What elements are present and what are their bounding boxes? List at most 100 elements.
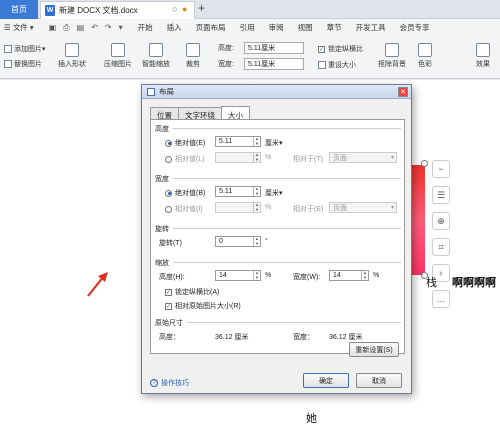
compress-picture-button[interactable]: 压缩图片 [104,43,132,69]
color-button[interactable]: 色彩 [418,43,432,69]
effect-button[interactable]: 效果 [476,43,490,69]
lock-ratio-checkbox[interactable]: ✓ 锁定纵横比 [318,44,363,54]
rotate-label: 旋转(T) [159,240,182,247]
spin-arrows-icon[interactable]: ▲ ▼ [253,136,260,146]
absolute-height-input[interactable]: 5.11 ▲ ▼ [215,136,261,147]
menu-member[interactable]: 会员专享 [393,22,437,33]
doc-fragment-text: 栈 [426,277,437,289]
scale-height-input[interactable]: 14 ▲ ▼ [215,270,261,281]
tab-home[interactable]: 首页 [0,0,38,19]
redo-icon[interactable]: ↷ [105,23,112,33]
print-icon[interactable]: ⎙ [63,23,69,33]
remove-bg-icon [385,43,399,57]
zoom-in-icon[interactable]: ⊕ [432,212,450,230]
height-input[interactable]: 5.11厘米 [244,42,304,54]
relative-to-select-height[interactable]: 页面 ▾ [329,152,397,163]
crop-icon[interactable]: ⌗ [432,238,450,256]
relative-to-label: 相对于(E) [293,206,324,213]
ribbon: ☰ 文件 ▾ ▣ ⎙ ▤ ↶ ↷ ▾ 开始 插入 页面布局 引用 审阅 视图 章… [0,19,500,79]
width-input[interactable]: 5.11厘米 [244,58,304,70]
spin-arrows-icon[interactable]: ▲ ▼ [253,152,260,162]
orig-height-value: 36.12 厘米 [215,334,249,341]
layout-dialog: 布局 ✕ 位置 文字环绕 大小 高度 绝对值(E) 5.11 ▲ ▼ 厘米 ▾ 相对值… [141,84,412,394]
menu-section[interactable]: 章节 [320,22,349,33]
resize-handle-top[interactable] [421,160,428,167]
menu-insert[interactable]: 插入 [160,22,189,33]
menu-view[interactable]: 视图 [291,22,320,33]
preview-icon[interactable]: ▤ [77,23,85,33]
add-picture-icon [4,45,12,53]
divider [173,262,401,263]
dialog-app-icon [147,87,155,96]
image-side-toolbar: − ☰ ⊕ ⌗ ♁ … [432,160,454,316]
percent-label: % [373,272,380,279]
crop-icon [186,43,200,57]
operation-tips-link[interactable]: ? 操作技巧 [150,378,189,388]
spin-arrows-icon[interactable]: ▲ ▼ [253,236,260,246]
height-label: 高度: [218,45,234,52]
divider [187,322,401,323]
undo-icon[interactable]: ↶ [91,23,98,33]
menu-bar: ☰ 文件 ▾ ▣ ⎙ ▤ ↶ ↷ ▾ 开始 插入 页面布局 引用 审阅 视图 章… [0,19,500,36]
menu-reference[interactable]: 引用 [233,22,262,33]
doc-bottom-text: 她 [306,413,317,425]
new-tab-button[interactable]: + [198,1,205,15]
menu-developer[interactable]: 开发工具 [349,22,393,33]
absolute-width-input[interactable]: 5.11 ▲ ▼ [215,186,261,197]
crop-button[interactable]: 裁剪 [186,43,200,69]
relative-width-radio[interactable]: 相对值(I) [165,204,203,214]
reset-size-icon [318,61,326,69]
menu-page-layout[interactable]: 页面布局 [189,22,233,33]
dialog-close-button[interactable]: ✕ [398,87,408,97]
rotate-section-title: 旋转 [155,226,169,233]
orig-width-value: 36.12 厘米 [329,334,363,341]
ok-button[interactable]: 确定 [303,373,349,388]
relative-width-input[interactable]: ▲ ▼ [215,202,261,213]
doc-body-text: 啊啊啊啊 [452,277,496,289]
relative-to-label: 相对于(T) [293,156,323,163]
width-label: 宽度: [218,61,234,68]
cancel-button[interactable]: 取消 [356,373,402,388]
absolute-width-radio[interactable]: 绝对值(B) [165,188,205,198]
scale-width-input[interactable]: 14 ▲ ▼ [329,270,369,281]
divider [173,128,401,129]
shape-icon [65,43,79,57]
reset-size-button[interactable]: 重设大小 [318,60,356,70]
spin-arrows-icon[interactable]: ▲ ▼ [361,270,368,280]
save-icon[interactable]: ▣ [49,23,57,33]
relative-height-radio[interactable]: 相对值(L) [165,154,205,164]
radio-selected-icon [165,189,172,197]
add-picture-button[interactable]: 添加图片 ▾ [4,44,46,54]
remove-background-button[interactable]: 抠除背景 [378,43,406,69]
dialog-title-bar[interactable]: 布局 [142,85,411,99]
pin-icon[interactable]: ○ [172,4,177,14]
menu-review[interactable]: 审阅 [262,22,291,33]
menu-file[interactable]: ☰ 文件 ▾ [0,22,41,33]
insert-shape-button[interactable]: 插入形状 [58,43,86,69]
width-section-title: 宽度 [155,176,169,183]
relative-original-checkbox[interactable]: ✓ 相对原始图片大小(R) [165,301,241,311]
spin-arrows-icon[interactable]: ▲ ▼ [253,202,260,212]
height-section-title: 高度 [155,126,169,133]
remove-icon[interactable]: − [432,160,450,178]
reset-button[interactable]: 重新设置(S) [349,342,399,357]
layout-options-icon[interactable]: ☰ [432,186,450,204]
replace-picture-button[interactable]: 替换图片 [4,59,42,69]
unit-label: 厘米 ▾ [265,190,283,197]
smart-zoom-button[interactable]: 智能缩放 [142,43,170,69]
lock-ratio-checkbox[interactable]: ✓ 锁定纵横比(A) [165,287,219,297]
spin-arrows-icon[interactable]: ▲ ▼ [253,270,260,280]
more-options-icon[interactable]: … [432,290,450,308]
more-icon[interactable]: ▾ [119,23,123,33]
degree-label: ° [265,238,268,245]
rotate-input[interactable]: 0 ▲ ▼ [215,236,261,247]
absolute-height-radio[interactable]: 绝对值(E) [165,138,205,148]
relative-height-input[interactable]: ▲ ▼ [215,152,261,163]
radio-selected-icon [165,139,172,147]
menu-start[interactable]: 开始 [131,22,160,33]
relative-to-select-width[interactable]: 页面 ▾ [329,202,397,213]
spin-arrows-icon[interactable]: ▲ ▼ [253,186,260,196]
quick-access-toolbar: ▣ ⎙ ▤ ↶ ↷ ▾ [49,23,123,33]
percent-label: % [265,154,272,161]
checkmark-icon: ✓ [165,288,172,296]
